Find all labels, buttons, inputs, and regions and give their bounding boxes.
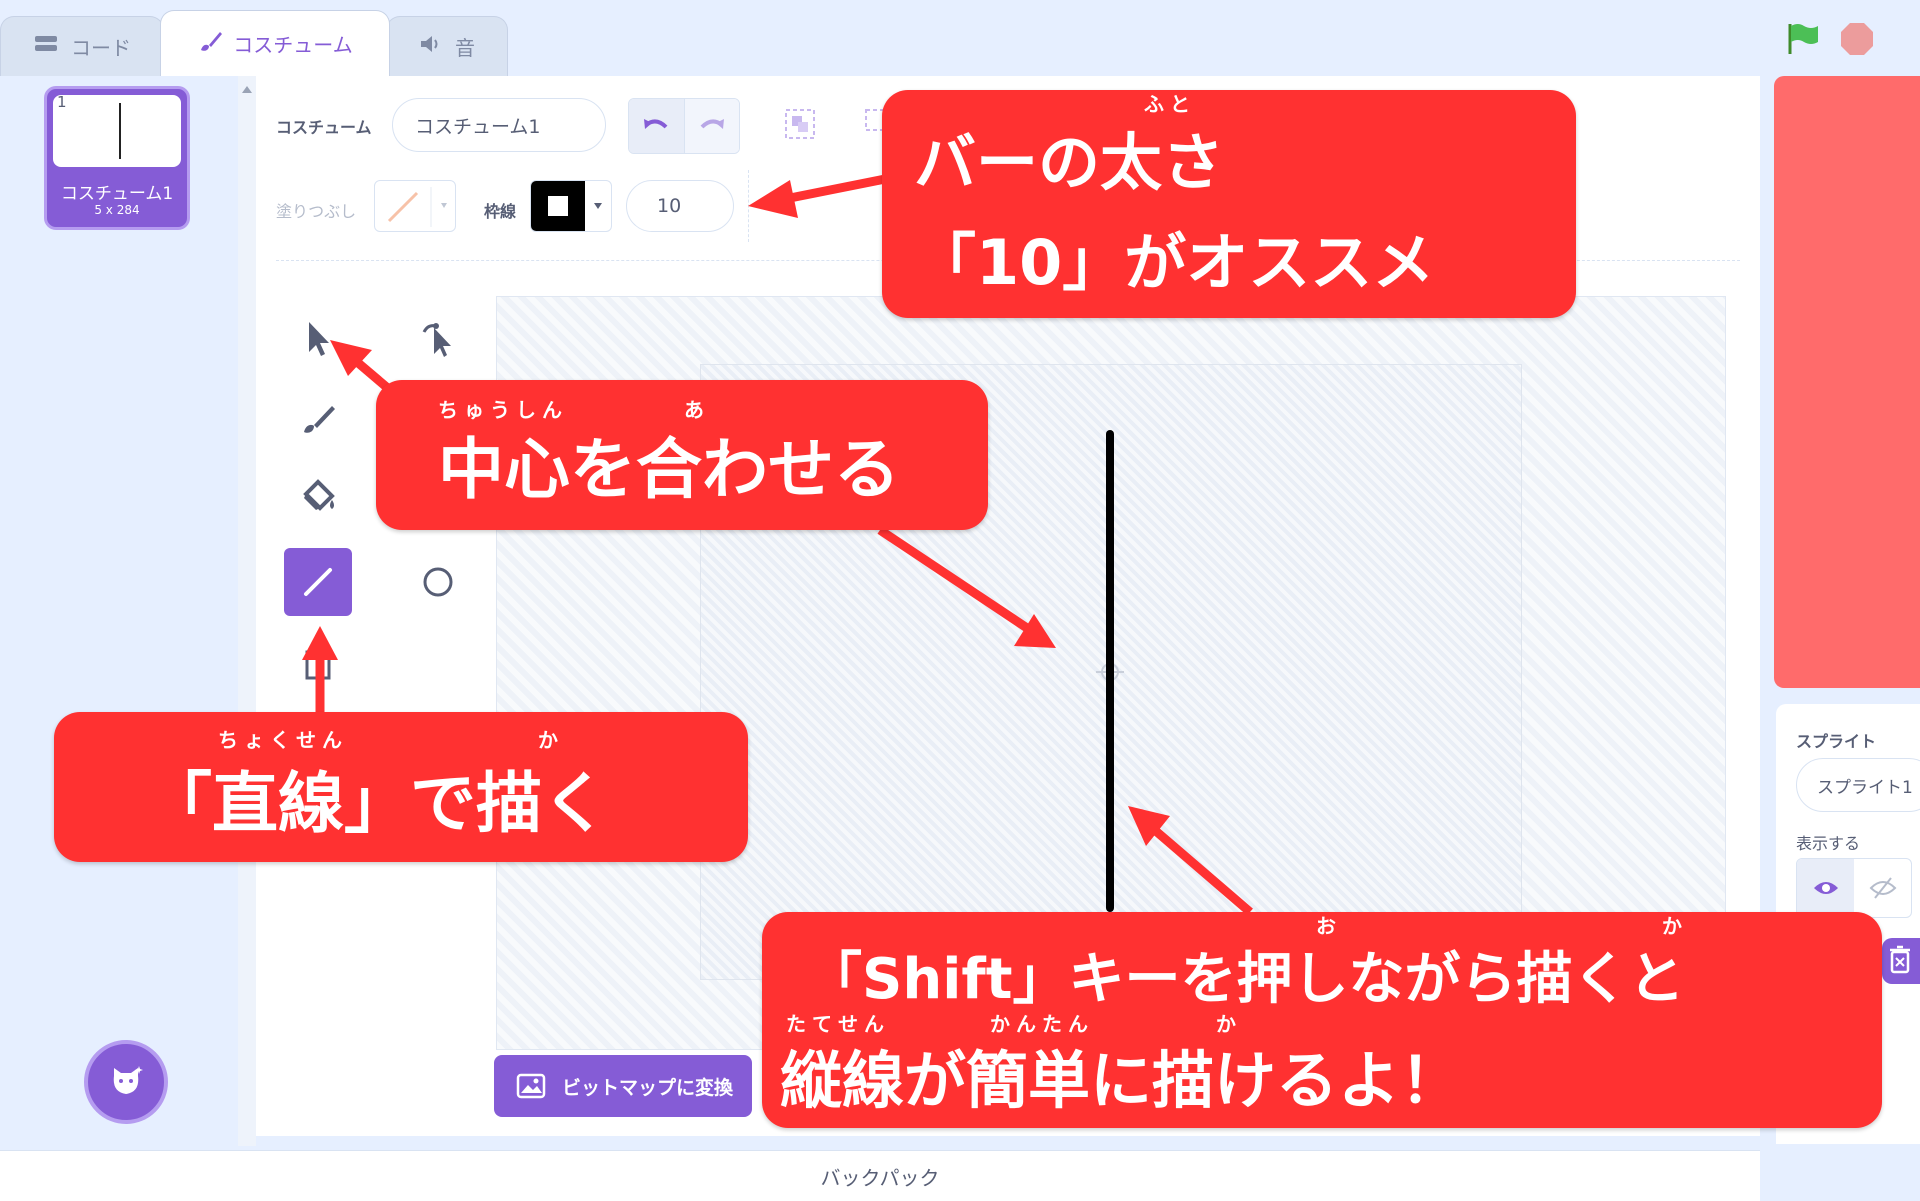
line-tool[interactable]: [284, 548, 352, 616]
callout-line-tool: ちょくせん か 「直線」で描く: [54, 712, 748, 862]
redo-button[interactable]: [684, 99, 739, 153]
add-costume-button[interactable]: [84, 1040, 168, 1124]
convert-to-bitmap-label: ビットマップに変換: [562, 1076, 734, 1099]
visibility-toggle: [1796, 858, 1912, 918]
tab-code[interactable]: コード: [0, 16, 164, 76]
costume-preview: [53, 95, 181, 167]
group-icon[interactable]: [782, 106, 818, 146]
redo-icon: [700, 119, 724, 129]
costume-list-scrollbar[interactable]: [238, 76, 256, 1146]
outline-color-picker[interactable]: [530, 180, 612, 232]
paint-bucket-icon: [303, 479, 335, 511]
show-sprite-button[interactable]: [1797, 859, 1854, 917]
undo-icon: [644, 119, 668, 129]
costume-number: 1: [57, 93, 67, 111]
line-icon: [304, 568, 332, 596]
outline-label: 枠線: [484, 202, 517, 221]
speaker-icon: [419, 33, 445, 60]
sprite-label: スプライト: [1796, 732, 1877, 751]
callout-line-tool-ruby1: ちょくせん: [218, 728, 348, 752]
outline-width-input[interactable]: 10: [626, 180, 734, 232]
costume-name: コスチューム1: [60, 184, 174, 204]
brush-icon: [197, 28, 223, 59]
toolbar-divider: [748, 170, 749, 242]
outline-swatch-square: [547, 195, 569, 217]
reshape-cursor-icon: [422, 323, 451, 357]
callout-thickness: ふと バーの太さ 「10」がオススメ: [882, 90, 1576, 318]
convert-to-bitmap-button[interactable]: ビットマップに変換: [494, 1055, 752, 1117]
callout-thickness-line1: バーの太さ: [914, 126, 1225, 199]
stage-preview[interactable]: [1774, 76, 1920, 688]
reshape-tool[interactable]: [404, 304, 472, 372]
paintbrush-icon: [304, 406, 335, 433]
fill-tool[interactable]: [284, 462, 352, 530]
rectangle-tool[interactable]: [284, 632, 352, 700]
fill-label: 塗りつぶし: [276, 202, 357, 221]
callout-center: ちゅうしん あ 中心を合わせる: [376, 380, 988, 530]
circle-icon: [423, 567, 453, 597]
costume-list-panel: [0, 76, 239, 1146]
costume-name-label: コスチューム: [276, 118, 372, 137]
tab-sound-label: 音: [455, 36, 475, 60]
brush-tool[interactable]: [284, 384, 352, 452]
callout-line-tool-text: 「直線」で描く: [146, 765, 608, 842]
stop-icon[interactable]: [1838, 20, 1876, 62]
cat-icon: [113, 1066, 143, 1094]
tab-code-label: コード: [71, 36, 131, 60]
chevron-down-icon: [594, 203, 602, 209]
sprite-name-input[interactable]: スプライト1: [1796, 758, 1920, 812]
delete-sprite-button[interactable]: [1882, 938, 1920, 984]
select-tool[interactable]: [284, 304, 352, 372]
costume-name-input[interactable]: コスチューム1: [392, 98, 606, 152]
backpack-label: バックパック: [820, 1165, 940, 1190]
hide-sprite-button[interactable]: [1854, 859, 1911, 917]
drawn-vertical-line[interactable]: [1106, 430, 1114, 912]
undo-redo-group: [628, 98, 740, 154]
eye-icon: [1813, 882, 1838, 894]
callout-thickness-line2: 「10」がオススメ: [914, 226, 1435, 299]
tab-costume-label: コスチューム: [233, 33, 353, 57]
eye-slash-icon: [1869, 877, 1896, 899]
callout-shift-line2: 縦線が簡単に描けるよ！: [780, 1044, 1463, 1117]
costume-size: 5 x 284: [94, 203, 140, 217]
tab-costume[interactable]: コスチューム: [160, 10, 390, 76]
show-label: 表示する: [1796, 834, 1861, 853]
trash-icon: [1890, 945, 1910, 974]
callout-center-text: 中心を合わせる: [438, 431, 900, 508]
fill-color-picker[interactable]: [374, 180, 456, 232]
circle-tool[interactable]: [404, 548, 472, 616]
costume-item-1[interactable]: 1 コスチューム1 5 x 284: [44, 86, 190, 230]
rectangle-icon: [305, 650, 331, 680]
undo-button[interactable]: [629, 99, 685, 153]
no-fill-icon: [387, 187, 447, 227]
image-icon: [516, 1073, 546, 1099]
arrow-cursor-icon: [309, 322, 329, 356]
callout-shift-line1: 「Shift」キーを押しながら描くと: [806, 947, 1685, 1012]
costume-preview-line: [119, 103, 121, 159]
callout-line-tool-ruby2: か: [538, 728, 564, 752]
tab-sound[interactable]: 音: [386, 16, 508, 76]
callout-shift: お か 「Shift」キーを押しながら描くと たてせん かんたん か 縦線が簡単…: [762, 912, 1882, 1128]
backpack-bar[interactable]: バックパック: [0, 1150, 1760, 1201]
green-flag-icon[interactable]: [1784, 20, 1822, 62]
code-blocks-icon: [33, 33, 61, 60]
